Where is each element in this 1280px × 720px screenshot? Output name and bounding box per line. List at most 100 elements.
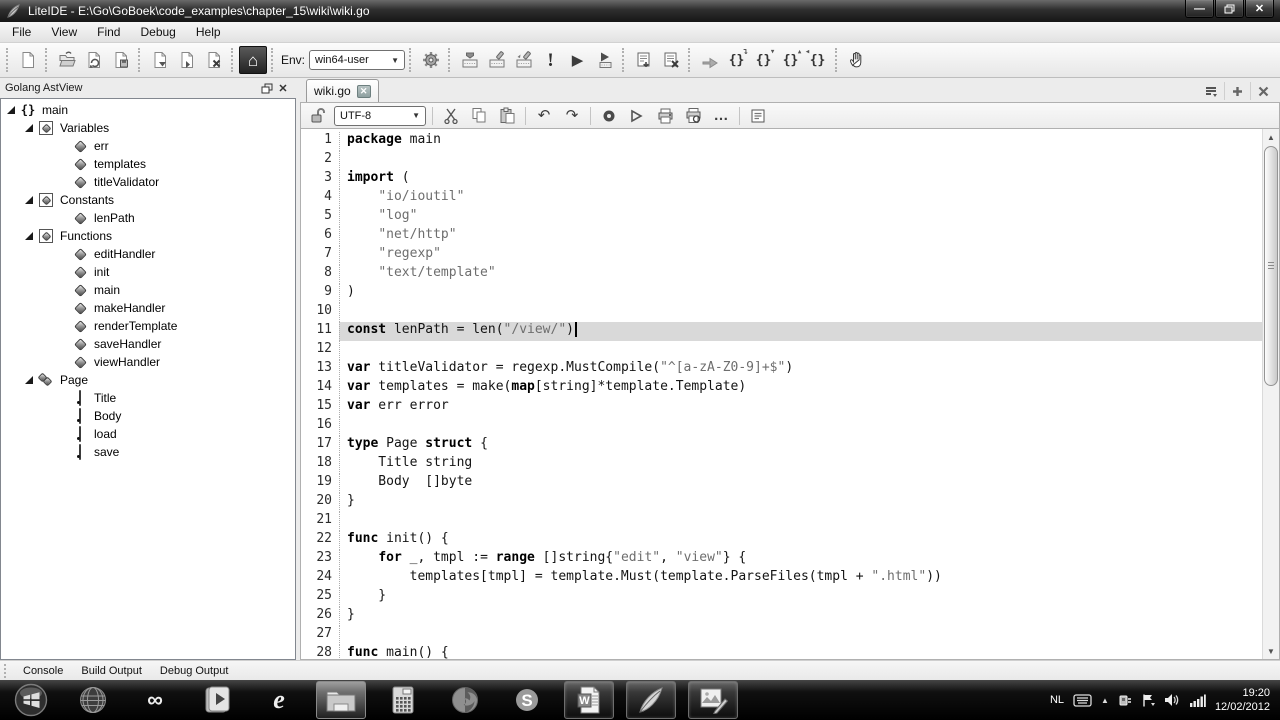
tree-item-lenPath[interactable]: lenPath xyxy=(1,209,295,227)
network-signal-icon[interactable] xyxy=(1189,694,1206,707)
expand-arrow-icon[interactable] xyxy=(25,124,33,132)
code-line-13[interactable]: 13var titleValidator = regexp.MustCompil… xyxy=(301,360,1262,379)
output-tab-console[interactable]: Console xyxy=(14,663,72,679)
open-folder-button[interactable] xyxy=(53,47,80,74)
language-indicator[interactable]: NL xyxy=(1050,694,1064,706)
minimize-button[interactable]: — xyxy=(1185,0,1214,18)
expand-arrow-icon[interactable] xyxy=(25,196,33,204)
code-line-2[interactable]: 2 xyxy=(301,151,1262,170)
expand-arrow-icon[interactable] xyxy=(7,106,15,114)
tree-item-Functions[interactable]: Functions xyxy=(1,227,295,245)
tree-item-makeHandler[interactable]: makeHandler xyxy=(1,299,295,317)
expand-arrow-icon[interactable] xyxy=(25,376,33,384)
code-line-7[interactable]: 7 "regexp" xyxy=(301,246,1262,265)
code-line-5[interactable]: 5 "log" xyxy=(301,208,1262,227)
tab-wiki-go[interactable]: wiki.go ✕ xyxy=(306,79,379,102)
word-taskbar-button[interactable]: W xyxy=(564,681,614,719)
tree-item-err[interactable]: err xyxy=(1,137,295,155)
menu-debug[interactable]: Debug xyxy=(130,22,185,42)
stop-hand-button[interactable] xyxy=(843,47,870,74)
code-line-20[interactable]: 20} xyxy=(301,493,1262,512)
tree-item-Body[interactable]: Body xyxy=(1,407,295,425)
close-file-button[interactable] xyxy=(200,47,227,74)
code-line-1[interactable]: 1package main xyxy=(301,132,1262,151)
export-file-button[interactable] xyxy=(173,47,200,74)
run-to-cursor-button[interactable]: {}◂ xyxy=(804,47,831,74)
redo-button[interactable]: ↷ xyxy=(560,105,584,127)
volume-icon[interactable] xyxy=(1164,693,1180,707)
options-gear-button[interactable] xyxy=(417,47,444,74)
code-line-25[interactable]: 25 } xyxy=(301,588,1262,607)
infinity-app-taskbar-button[interactable]: ∞ xyxy=(130,681,180,719)
float-panel-button[interactable] xyxy=(259,81,275,95)
copy-button[interactable] xyxy=(467,105,491,127)
debug-run-button[interactable] xyxy=(591,47,618,74)
code-lines[interactable]: 1package main23import (4 "io/ioutil"5 "l… xyxy=(301,129,1262,659)
code-line-11[interactable]: 11const lenPath = len("/view/") xyxy=(301,322,1262,341)
menu-view[interactable]: View xyxy=(41,22,87,42)
tab-list-button[interactable] xyxy=(1198,82,1224,100)
continue-debug-button[interactable] xyxy=(696,47,723,74)
cut-button[interactable] xyxy=(439,105,463,127)
code-line-3[interactable]: 3import ( xyxy=(301,170,1262,189)
start-orb[interactable] xyxy=(6,681,56,719)
code-line-6[interactable]: 6 "net/http" xyxy=(301,227,1262,246)
new-tab-button[interactable] xyxy=(1224,82,1250,100)
rebuild-button[interactable] xyxy=(510,47,537,74)
print-preview-button[interactable] xyxy=(681,105,705,127)
paste-button[interactable] xyxy=(495,105,519,127)
code-line-28[interactable]: 28func main() { xyxy=(301,645,1262,659)
code-editor[interactable]: 1package main23import (4 "io/ioutil"5 "l… xyxy=(300,129,1280,660)
print-button[interactable] xyxy=(653,105,677,127)
tree-item-Constants[interactable]: Constants xyxy=(1,191,295,209)
save-all-button[interactable] xyxy=(146,47,173,74)
tree-item-init[interactable]: init xyxy=(1,263,295,281)
file-info-button[interactable] xyxy=(746,105,770,127)
close-panel-button[interactable]: ✕ xyxy=(275,81,291,95)
reload-file-button[interactable] xyxy=(80,47,107,74)
code-line-8[interactable]: 8 "text/template" xyxy=(301,265,1262,284)
code-line-26[interactable]: 26} xyxy=(301,607,1262,626)
code-line-12[interactable]: 12 xyxy=(301,341,1262,360)
media-player-taskbar-button[interactable] xyxy=(192,681,242,719)
tree-item-Page[interactable]: Page xyxy=(1,371,295,389)
skype-taskbar-button[interactable]: S xyxy=(502,681,552,719)
code-line-24[interactable]: 24 templates[tmpl] = template.Must(templ… xyxy=(301,569,1262,588)
close-button[interactable]: ✕ xyxy=(1245,0,1274,18)
tree-item-editHandler[interactable]: editHandler xyxy=(1,245,295,263)
tree-item-main[interactable]: {}main xyxy=(1,101,295,119)
code-line-4[interactable]: 4 "io/ioutil" xyxy=(301,189,1262,208)
clock[interactable]: 19:20 12/02/2012 xyxy=(1215,686,1270,714)
code-line-9[interactable]: 9) xyxy=(301,284,1262,303)
code-line-18[interactable]: 18 Title string xyxy=(301,455,1262,474)
liteide-taskbar-button[interactable] xyxy=(626,681,676,719)
insert-doc-button[interactable] xyxy=(630,47,657,74)
tree-item-saveHandler[interactable]: saveHandler xyxy=(1,335,295,353)
output-tab-debug-output[interactable]: Debug Output xyxy=(151,663,238,679)
build-clean-button[interactable] xyxy=(483,47,510,74)
tree-item-save[interactable]: save xyxy=(1,443,295,461)
photo-viewer-taskbar-button[interactable] xyxy=(688,681,738,719)
code-line-14[interactable]: 14var templates = make(map[string]*templ… xyxy=(301,379,1262,398)
menu-find[interactable]: Find xyxy=(87,22,130,42)
scroll-down-button[interactable]: ▼ xyxy=(1263,643,1279,659)
scrollbar-thumb[interactable] xyxy=(1264,146,1278,386)
tree-item-load[interactable]: load xyxy=(1,425,295,443)
firefox-taskbar-button[interactable] xyxy=(440,681,490,719)
export-pdf-button[interactable] xyxy=(625,105,649,127)
tree-item-Variables[interactable]: Variables xyxy=(1,119,295,137)
tree-item-titleValidator[interactable]: titleValidator xyxy=(1,173,295,191)
run-button[interactable]: ▶ xyxy=(564,47,591,74)
internet-explorer-taskbar-button[interactable]: e xyxy=(254,681,304,719)
output-tab-build-output[interactable]: Build Output xyxy=(72,663,151,679)
tree-item-viewHandler[interactable]: viewHandler xyxy=(1,353,295,371)
tree-item-main[interactable]: main xyxy=(1,281,295,299)
save-file-button[interactable] xyxy=(107,47,134,74)
menu-file[interactable]: File xyxy=(2,22,41,42)
step-into-button[interactable]: {}▾ xyxy=(750,47,777,74)
calculator-taskbar-button[interactable] xyxy=(378,681,428,719)
goto-line-button[interactable] xyxy=(597,105,621,127)
stop-action-button[interactable]: ! xyxy=(537,47,564,74)
home-button[interactable]: ⌂ xyxy=(239,46,267,74)
scroll-up-button[interactable]: ▲ xyxy=(1263,129,1279,145)
